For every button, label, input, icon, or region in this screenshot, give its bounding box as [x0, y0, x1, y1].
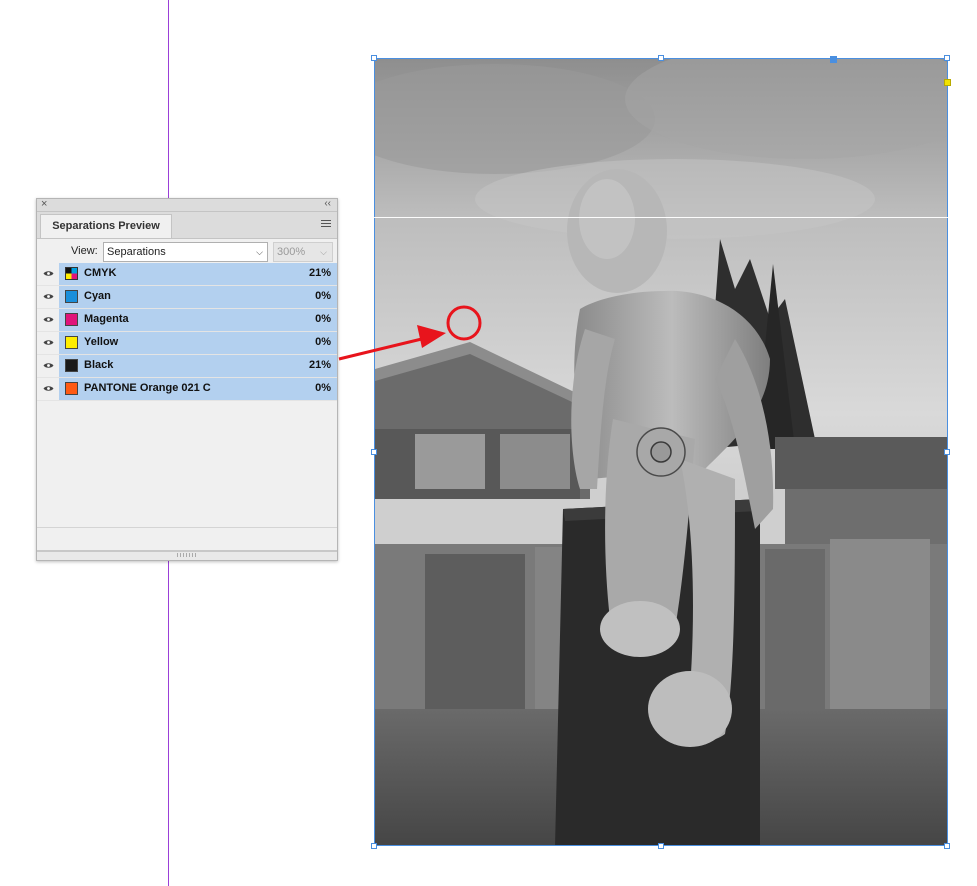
chevron-down-icon: ⌵: [320, 247, 327, 257]
separation-row-pantone[interactable]: PANTONE Orange 021 C 0%: [37, 378, 337, 401]
separation-percent: 21%: [308, 267, 331, 279]
separation-name: Yellow: [84, 336, 119, 348]
frame-handle[interactable]: [658, 843, 664, 849]
frame-handle[interactable]: [944, 843, 950, 849]
eye-icon[interactable]: [37, 378, 59, 400]
frame-handle[interactable]: [944, 449, 950, 455]
frame-handle[interactable]: [371, 55, 377, 61]
view-select-value: Separations: [107, 246, 166, 258]
zoom-select: 300% ⌵: [273, 242, 333, 262]
frame-edge-marker[interactable]: [944, 79, 951, 86]
separation-name: Magenta: [84, 313, 129, 325]
close-icon[interactable]: ×: [41, 197, 47, 211]
swatch-cyan: [65, 290, 78, 303]
frame-handle[interactable]: [658, 55, 664, 61]
eye-icon[interactable]: [37, 263, 59, 285]
panel-titlebar: × ‹‹: [37, 197, 337, 212]
separations-preview-panel: × ‹‹ Separations Preview View: Separatio…: [36, 198, 338, 561]
swatch-yellow: [65, 336, 78, 349]
placed-image-frame[interactable]: [374, 58, 948, 846]
panel-footer-divider: [37, 527, 337, 528]
swatch-pantone-orange: [65, 382, 78, 395]
separation-percent: 0%: [315, 382, 331, 394]
cmyk-swatch-icon: [65, 267, 78, 280]
frame-handle[interactable]: [830, 56, 837, 63]
separation-row-magenta[interactable]: Magenta 0%: [37, 309, 337, 332]
panel-menu-icon[interactable]: [321, 220, 331, 229]
swatch-magenta: [65, 313, 78, 326]
grayscale-photo: [375, 59, 947, 845]
resize-grip[interactable]: [37, 550, 337, 560]
separation-percent: 21%: [308, 359, 331, 371]
separations-list: CMYK 21% Cyan 0% Magenta 0% Yellow 0% Bl…: [37, 263, 337, 401]
separation-row-cmyk[interactable]: CMYK 21%: [37, 263, 337, 286]
eye-icon[interactable]: [37, 309, 59, 331]
separation-row-yellow[interactable]: Yellow 0%: [37, 332, 337, 355]
separation-name: CMYK: [84, 267, 117, 279]
tab-separations-preview[interactable]: Separations Preview: [40, 214, 172, 238]
swatch-black: [65, 359, 78, 372]
collapse-icon[interactable]: ‹‹: [324, 197, 331, 211]
eye-icon[interactable]: [37, 286, 59, 308]
panel-tab-row: Separations Preview: [37, 212, 337, 239]
separation-name: PANTONE Orange 021 C: [84, 382, 211, 394]
separation-row-cyan[interactable]: Cyan 0%: [37, 286, 337, 309]
separation-row-black[interactable]: Black 21%: [37, 355, 337, 378]
separation-percent: 0%: [315, 290, 331, 302]
frame-handle[interactable]: [944, 55, 950, 61]
eye-icon[interactable]: [37, 355, 59, 377]
guide-line-horizontal: [374, 217, 948, 218]
separation-name: Black: [84, 359, 114, 371]
separation-percent: 0%: [315, 313, 331, 325]
eye-icon[interactable]: [37, 332, 59, 354]
separation-percent: 0%: [315, 336, 331, 348]
chevron-down-icon: ⌵: [256, 247, 263, 257]
view-label: View:: [71, 245, 98, 257]
separation-name: Cyan: [84, 290, 111, 302]
view-select[interactable]: Separations ⌵: [103, 242, 268, 262]
frame-handle[interactable]: [371, 449, 377, 455]
zoom-value: 300%: [277, 246, 306, 258]
frame-handle[interactable]: [371, 843, 377, 849]
view-row: View: Separations ⌵ 300% ⌵: [37, 239, 337, 265]
